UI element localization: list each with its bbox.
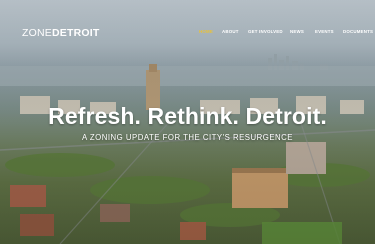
main-navigation: HOME ABOUT GET INVOLVED NEWS EVENTS DOCU… [195,29,375,37]
nav-item-events[interactable]: EVENTS [315,29,334,34]
logo-text-bold: DETROIT [51,27,100,39]
logo-text-light: ZONE [22,27,52,39]
site-logo[interactable]: ZONEDETROIT [22,27,99,39]
nav-item-documents[interactable]: DOCUMENTS [343,29,373,34]
nav-item-about[interactable]: ABOUT [222,29,239,34]
hero-subheadline: A ZONING UPDATE FOR THE CITY'S RESURGENC… [81,133,293,142]
nav-item-get-involved[interactable]: GET INVOLVED [248,29,283,34]
hero-headline: Refresh. Rethink. Detroit. [48,103,327,130]
nav-item-home[interactable]: HOME [199,29,213,34]
nav-item-news[interactable]: NEWS [290,29,304,34]
